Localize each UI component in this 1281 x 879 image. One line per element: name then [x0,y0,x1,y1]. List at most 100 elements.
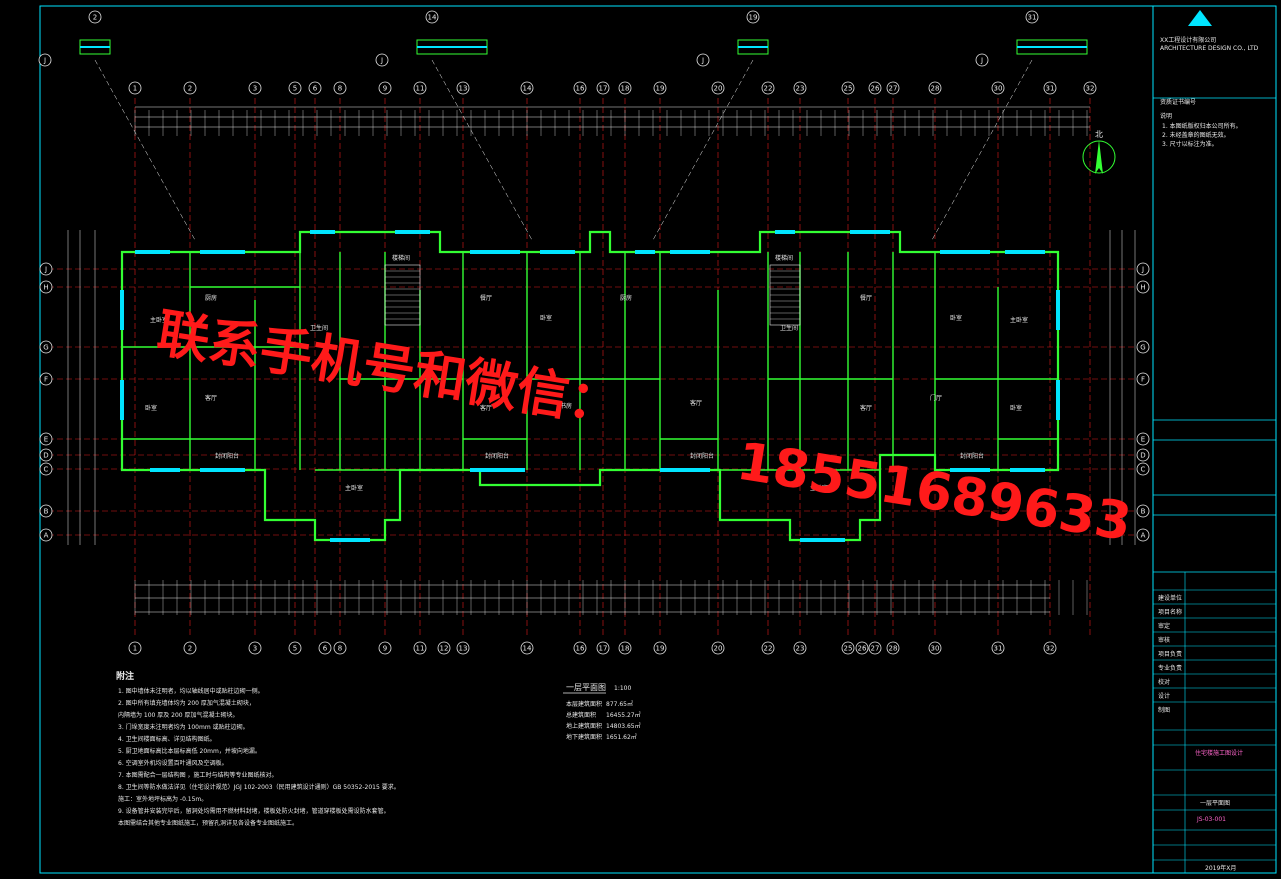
detail-axis-J: J [375,53,389,67]
tb-notes-heading: 说明 [1160,112,1172,120]
axis-bubble-label: 14 [523,645,532,653]
company-name: XX工程设计有限公司 [1160,36,1216,44]
sheet-name: 一层平面图 [1200,800,1230,807]
axis-bottom-11: 11 [413,641,427,655]
axis-bubble-label: J [44,266,47,274]
axis-top-9: 9 [378,81,392,95]
axis-top-14: 14 [520,81,534,95]
room-label: 卧室 [145,404,157,412]
company-logo [1188,10,1212,26]
tb-row-label: 审核 [1158,636,1170,644]
axis-bubble-label: 23 [796,85,805,93]
room-label: 客厅 [690,399,702,407]
detail-tag-19: 19 [746,10,760,24]
room-label: 客厅 [205,394,217,402]
tb-row-label: 项目负责 [1158,650,1182,658]
axis-bubble-label: 19 [656,645,665,653]
axis-bubble-label: 20 [714,645,723,653]
area-label: 地上建筑面积 [566,722,602,730]
axis-bubble-label: 17 [599,85,608,93]
axis-top-2: 2 [183,81,197,95]
axis-bubble-label: F [44,376,48,384]
notes-heading: 附注 [116,670,134,682]
axis-bottom-12: 12 [437,641,451,655]
axis-bubble-label: J [701,57,704,65]
axis-bubble-label: 27 [871,645,880,653]
axis-bubble-label: 6 [313,85,318,93]
room-label: 卧室 [1010,404,1022,412]
axis-right-J: J [1136,262,1150,276]
note-line: 2. 图中所有填充墙体均为 200 厚加气混凝土砌块， [118,699,255,707]
axis-bottom-32: 32 [1043,641,1057,655]
axis-bubble-label: 20 [714,85,723,93]
detail-tag-2: 2 [88,10,102,24]
axis-bubble-label: 27 [889,85,898,93]
axis-bubble-label: 28 [931,85,940,93]
north-label: 北 [1095,130,1103,139]
axis-bubble-label: 32 [1046,645,1055,653]
axis-bubble-label: 14 [523,85,532,93]
room-label: 卧室 [950,314,962,322]
axis-top-3: 3 [248,81,262,95]
axis-bottom-31: 31 [991,641,1005,655]
axis-bubble-label: 22 [764,85,773,93]
axis-right-A: A [1136,528,1150,542]
axis-right-F: F [1136,372,1150,386]
area-table: 一层平面图 1:100 本层建筑面积 877.65㎡总建筑面积 16455.27㎡地… [563,683,641,741]
detail-tag-31: 31 [1025,10,1039,24]
note-line: 施工：室外地坪标高为 -0.15m。 [118,795,207,803]
area-value: 1651.62㎡ [606,733,637,741]
drawing-title: 一层平面图 [566,683,606,692]
axis-bottom-18: 18 [618,641,632,655]
axis-top-11: 11 [413,81,427,95]
axis-bubble-label: C [44,466,49,474]
detail-leader [931,59,1033,241]
drawing-date: 2019年X月 [1205,864,1236,872]
axis-bottom-19: 19 [653,641,667,655]
axis-right-D: D [1136,448,1150,462]
axis-bubble-label: 19 [749,14,758,22]
axis-left-J: J [39,262,53,276]
axis-bubble-label: 2 [188,645,192,653]
axis-right-G: G [1136,340,1150,354]
tb-row-label: 项目名称 [1158,608,1182,616]
axis-top-22: 22 [761,81,775,95]
axis-bubble-label: 22 [764,645,773,653]
room-label: 主卧室 [1010,316,1028,324]
tb-row-label: 审定 [1158,622,1170,630]
room-label: 主卧室 [345,484,363,492]
axis-bubble-label: 30 [994,85,1003,93]
axis-bubble-label: 9 [383,645,387,653]
company-name-en: ARCHITECTURE DESIGN CO., LTD [1160,45,1259,52]
axis-top-13: 13 [456,81,470,95]
tb-note-2: 2. 未经盖章的图纸无效。 [1162,131,1230,139]
axis-top-19: 19 [653,81,667,95]
area-value: 16455.27㎡ [606,711,641,719]
axis-bottom-23: 23 [793,641,807,655]
axis-top-30: 30 [991,81,1005,95]
tb-row-label: 校对 [1158,678,1170,686]
axis-left-D: D [39,448,53,462]
room-label: 封闭阳台 [690,452,714,460]
axis-bubble-label: 18 [621,85,630,93]
note-line: 4. 卫生间楼面标高、详见结构图纸。 [118,735,216,743]
axis-bubble-label: 26 [858,645,867,653]
axis-bottom-2: 2 [183,641,197,655]
axis-top-27: 27 [886,81,900,95]
note-line: 3. 门垛宽度未注明者均为 100mm 或贴柱边砌。 [118,723,249,731]
axis-bottom-25: 25 [841,641,855,655]
axis-left-A: A [39,528,53,542]
axis-bottom-28: 28 [886,641,900,655]
axis-bubble-label: E [44,436,48,444]
axis-bottom-14: 14 [520,641,534,655]
axis-top-17: 17 [596,81,610,95]
axis-bubble-label: E [1141,436,1145,444]
axis-top-16: 16 [573,81,587,95]
axis-bottom-3: 3 [248,641,262,655]
axis-left-B: B [39,504,53,518]
note-line: 内隔墙为 100 厚及 200 厚加气混凝土砌块。 [118,711,239,719]
axis-bubble-label: J [43,57,46,65]
room-label: 封闭阳台 [485,452,509,460]
axis-bubble-label: 28 [889,645,898,653]
axis-left-E: E [39,432,53,446]
